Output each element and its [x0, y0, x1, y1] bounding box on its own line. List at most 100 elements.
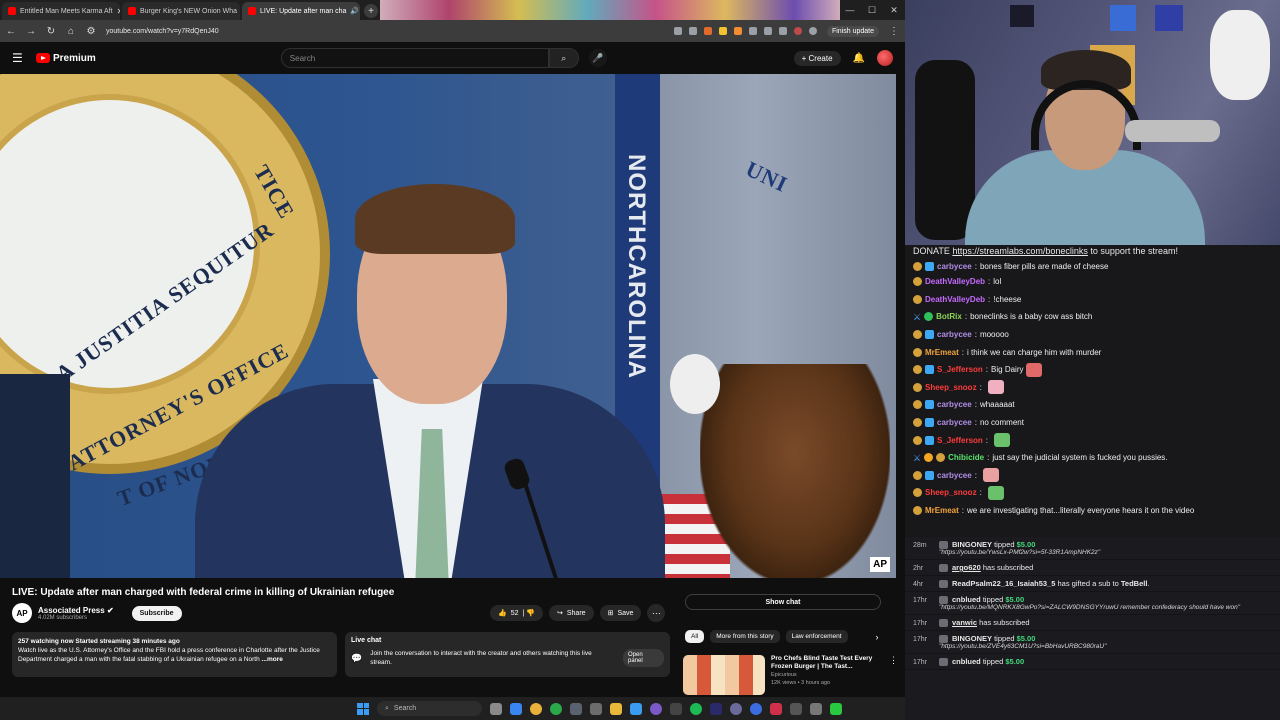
spotify-icon[interactable]: [690, 702, 702, 715]
donate-link[interactable]: https://streamlabs.com/boneclinks: [952, 246, 1088, 256]
home-icon[interactable]: ⌂: [66, 26, 76, 37]
notifications-bell-icon[interactable]: 🔔: [853, 53, 865, 64]
app-icon[interactable]: [570, 702, 582, 715]
chip-law-enforcement[interactable]: Law enforcement: [785, 630, 848, 643]
reload-icon[interactable]: ↻: [46, 26, 56, 37]
event-user[interactable]: cnblued: [952, 657, 981, 666]
save-button[interactable]: ⊞ Save: [599, 605, 642, 621]
channel-avatar[interactable]: AP: [12, 603, 32, 623]
taskbar-search[interactable]: ⌕ Search: [377, 701, 482, 716]
star-icon[interactable]: [688, 27, 697, 35]
avatar[interactable]: [877, 50, 893, 66]
tab-2[interactable]: LIVE: Update after man cha 🔊 ✕: [242, 2, 360, 20]
event-user[interactable]: vanwic: [952, 618, 977, 627]
windows-start-icon[interactable]: [357, 702, 369, 715]
minimize-icon[interactable]: —: [839, 0, 861, 20]
hamburger-menu-icon[interactable]: ☰: [12, 51, 26, 65]
app-icon[interactable]: [730, 702, 742, 715]
speaker-icon[interactable]: 🔊: [350, 7, 359, 15]
tip-message[interactable]: "https://youtu.be/MQNRKX8GwPo?si=ZALCW9D…: [939, 604, 1272, 611]
youtube-logo[interactable]: Premium: [36, 53, 96, 64]
chat-username[interactable]: DeathValleyDeb: [925, 277, 985, 286]
search-button[interactable]: ⌕: [548, 48, 579, 68]
close-tab-icon[interactable]: ✕: [117, 7, 120, 16]
task-view-icon[interactable]: [490, 702, 502, 715]
edge-icon[interactable]: [510, 702, 522, 715]
chevron-right-icon[interactable]: ›: [876, 632, 879, 642]
like-button[interactable]: 👍 52 | 👎: [490, 605, 543, 621]
chrome-icon[interactable]: [530, 702, 542, 715]
more-link[interactable]: ...more: [262, 656, 283, 663]
chat-username[interactable]: DeathValleyDeb: [925, 295, 985, 304]
file-explorer-icon[interactable]: [610, 702, 622, 715]
description-box[interactable]: 257 watching now Started streaming 38 mi…: [12, 632, 337, 677]
close-window-icon[interactable]: ✕: [883, 0, 905, 20]
chat-username[interactable]: carbycee: [937, 418, 972, 427]
video-player[interactable]: A JUSTITIA SEQUITUR ATTORNEY'S OFFICE T …: [0, 74, 896, 578]
more-actions-icon[interactable]: ⋯: [647, 604, 666, 622]
tip-message[interactable]: "https://youtu.be/ZVE4y63CM1U?si=BbHavUR…: [939, 643, 1272, 650]
url-field[interactable]: youtube.com/watch?v=y7RdQenJ40: [106, 28, 664, 35]
chat-username[interactable]: carbycee: [937, 330, 972, 339]
extension-icon[interactable]: [718, 27, 727, 35]
app-icon[interactable]: [630, 702, 642, 715]
open-panel-button[interactable]: Open panel: [623, 649, 664, 667]
event-user[interactable]: ReadPsalm22_16_Isaiah53_5: [952, 579, 1055, 588]
extension-icon[interactable]: [733, 27, 742, 35]
app-icon[interactable]: [810, 702, 822, 715]
subscribe-button[interactable]: Subscribe: [131, 605, 182, 621]
puzzle-icon[interactable]: [763, 27, 772, 35]
chat-username[interactable]: carbycee: [937, 400, 972, 409]
profile-icon[interactable]: [808, 27, 817, 35]
tip-message[interactable]: "https://youtu.be/YwsLx-PMf2w?si=5f-33R1…: [939, 549, 1272, 556]
thumbs-down-icon[interactable]: | 👎: [523, 609, 535, 617]
finish-update-button[interactable]: Finish update: [826, 25, 879, 37]
event-user[interactable]: BINGONEY: [952, 634, 992, 643]
create-button[interactable]: + Create: [793, 50, 841, 66]
chat-username[interactable]: MrEmeat: [925, 506, 959, 515]
forward-icon[interactable]: →: [26, 26, 36, 37]
chat-username[interactable]: carbycee: [937, 262, 972, 271]
search-input[interactable]: Search: [280, 48, 549, 68]
video-menu-icon[interactable]: ⋮: [889, 655, 898, 695]
chat-username[interactable]: MrEmeat: [925, 348, 959, 357]
video-thumbnail[interactable]: [683, 655, 765, 695]
chip-all[interactable]: All: [685, 630, 705, 643]
show-chat-button[interactable]: Show chat: [685, 594, 881, 610]
recommendation-title[interactable]: Pro Chefs Blind Taste Test Every Frozen …: [771, 655, 881, 671]
app-icon[interactable]: [650, 702, 662, 715]
install-icon[interactable]: [673, 27, 682, 35]
chip-more-from-story[interactable]: More from this story: [710, 630, 780, 643]
chat-username[interactable]: S_Jefferson: [937, 436, 983, 445]
new-tab-button[interactable]: +: [364, 4, 378, 18]
app-icon[interactable]: [670, 702, 682, 715]
chat-username[interactable]: Sheep_snooz: [925, 488, 977, 497]
chat-username[interactable]: S_Jefferson: [937, 365, 983, 374]
tab-1[interactable]: Burger King's NEW Onion Wha ✕: [122, 2, 240, 20]
app-icon[interactable]: [550, 702, 562, 715]
event-user[interactable]: argo620: [952, 563, 981, 572]
app-icon[interactable]: [790, 702, 802, 715]
app-icon[interactable]: [710, 702, 722, 715]
back-icon[interactable]: ←: [6, 26, 16, 37]
profile-icon[interactable]: [793, 27, 802, 35]
app-icon[interactable]: [750, 702, 762, 715]
extension-icon[interactable]: [703, 27, 712, 35]
chat-username[interactable]: BotRix: [936, 312, 962, 321]
event-user[interactable]: BINGONEY: [952, 540, 992, 549]
recommendation-channel[interactable]: Epicurious: [771, 671, 881, 679]
chat-username[interactable]: carbycee: [937, 471, 972, 480]
site-info-icon[interactable]: ⚙: [86, 26, 96, 37]
app-icon[interactable]: [830, 702, 842, 715]
channel-name[interactable]: Associated Press ✔: [38, 606, 114, 615]
share-button[interactable]: ↪ Share: [549, 605, 594, 621]
menu-kebab-icon[interactable]: ⋮: [889, 26, 899, 37]
maximize-icon[interactable]: ☐: [861, 0, 883, 20]
chat-username[interactable]: Chibicide: [948, 453, 984, 462]
event-user[interactable]: cnblued: [952, 595, 981, 604]
app-icon[interactable]: [770, 702, 782, 715]
app-icon[interactable]: [590, 702, 602, 715]
chat-username[interactable]: Sheep_snooz: [925, 383, 977, 392]
gift-target[interactable]: TedBell: [1121, 579, 1148, 588]
sidepanel-icon[interactable]: [778, 27, 787, 35]
